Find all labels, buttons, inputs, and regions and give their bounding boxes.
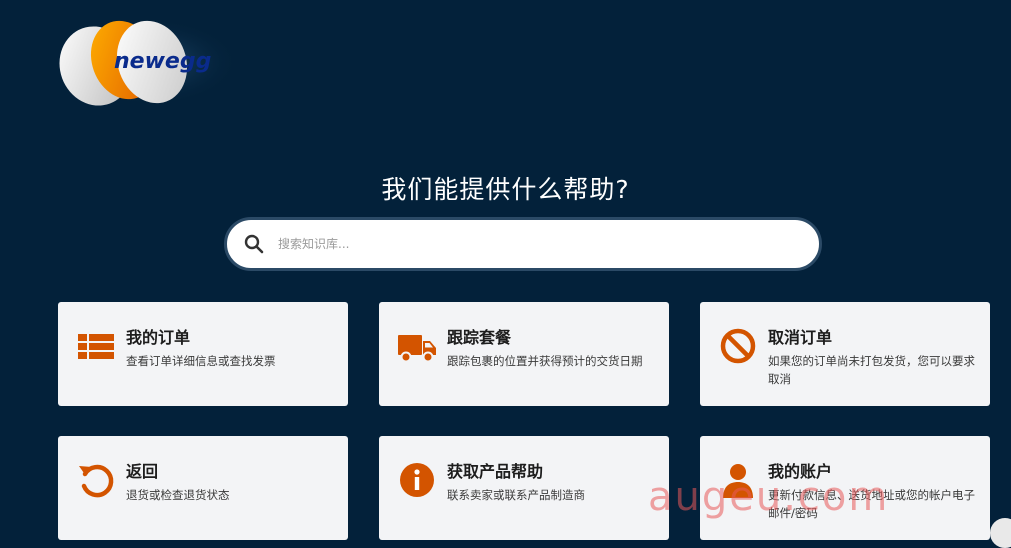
card-my-account[interactable]: 我的账户 更新付款信息、送货地址或您的帐户电子邮件/密码: [700, 436, 990, 540]
info-icon: [400, 463, 434, 497]
card-cancel-order[interactable]: 取消订单 如果您的订单尚未打包发货，您可以要求取消: [700, 302, 990, 406]
list-icon: [78, 334, 114, 359]
user-icon: [723, 464, 753, 498]
card-description: 如果您的订单尚未打包发货，您可以要求取消: [768, 354, 975, 386]
card-title: 我的账户: [768, 462, 833, 481]
card-product-help[interactable]: 获取产品帮助 联系卖家或联系产品制造商: [379, 436, 669, 540]
card-returns[interactable]: 返回 退货或检查退货状态: [58, 436, 348, 540]
search-input[interactable]: [276, 236, 780, 252]
ban-icon: [720, 328, 756, 364]
card-description: 跟踪包裹的位置并获得预计的交货日期: [447, 354, 643, 368]
search-bar[interactable]: [224, 217, 822, 271]
card-description: 联系卖家或联系产品制造商: [447, 488, 585, 502]
page-title: 我们能提供什么帮助?: [381, 175, 630, 204]
card-title: 我的订单: [126, 328, 191, 347]
card-description: 退货或检查退货状态: [126, 488, 230, 502]
newegg-logo[interactable]: newegg: [54, 16, 239, 108]
card-title: 获取产品帮助: [447, 462, 544, 481]
card-track-package[interactable]: 跟踪套餐 跟踪包裹的位置并获得预计的交货日期: [379, 302, 669, 406]
logo-text: newegg: [114, 49, 212, 74]
card-title: 返回: [126, 462, 159, 481]
undo-icon: [79, 464, 114, 498]
card-title: 跟踪套餐: [447, 328, 512, 347]
card-description: 查看订单详细信息或查找发票: [126, 354, 276, 368]
search-icon: [244, 234, 264, 254]
card-title: 取消订单: [768, 328, 833, 347]
truck-icon: [398, 335, 436, 363]
chat-widget[interactable]: [990, 518, 1011, 548]
card-description: 更新付款信息、送货地址或您的帐户电子邮件/密码: [768, 488, 975, 520]
card-my-orders[interactable]: 我的订单 查看订单详细信息或查找发票: [58, 302, 348, 406]
